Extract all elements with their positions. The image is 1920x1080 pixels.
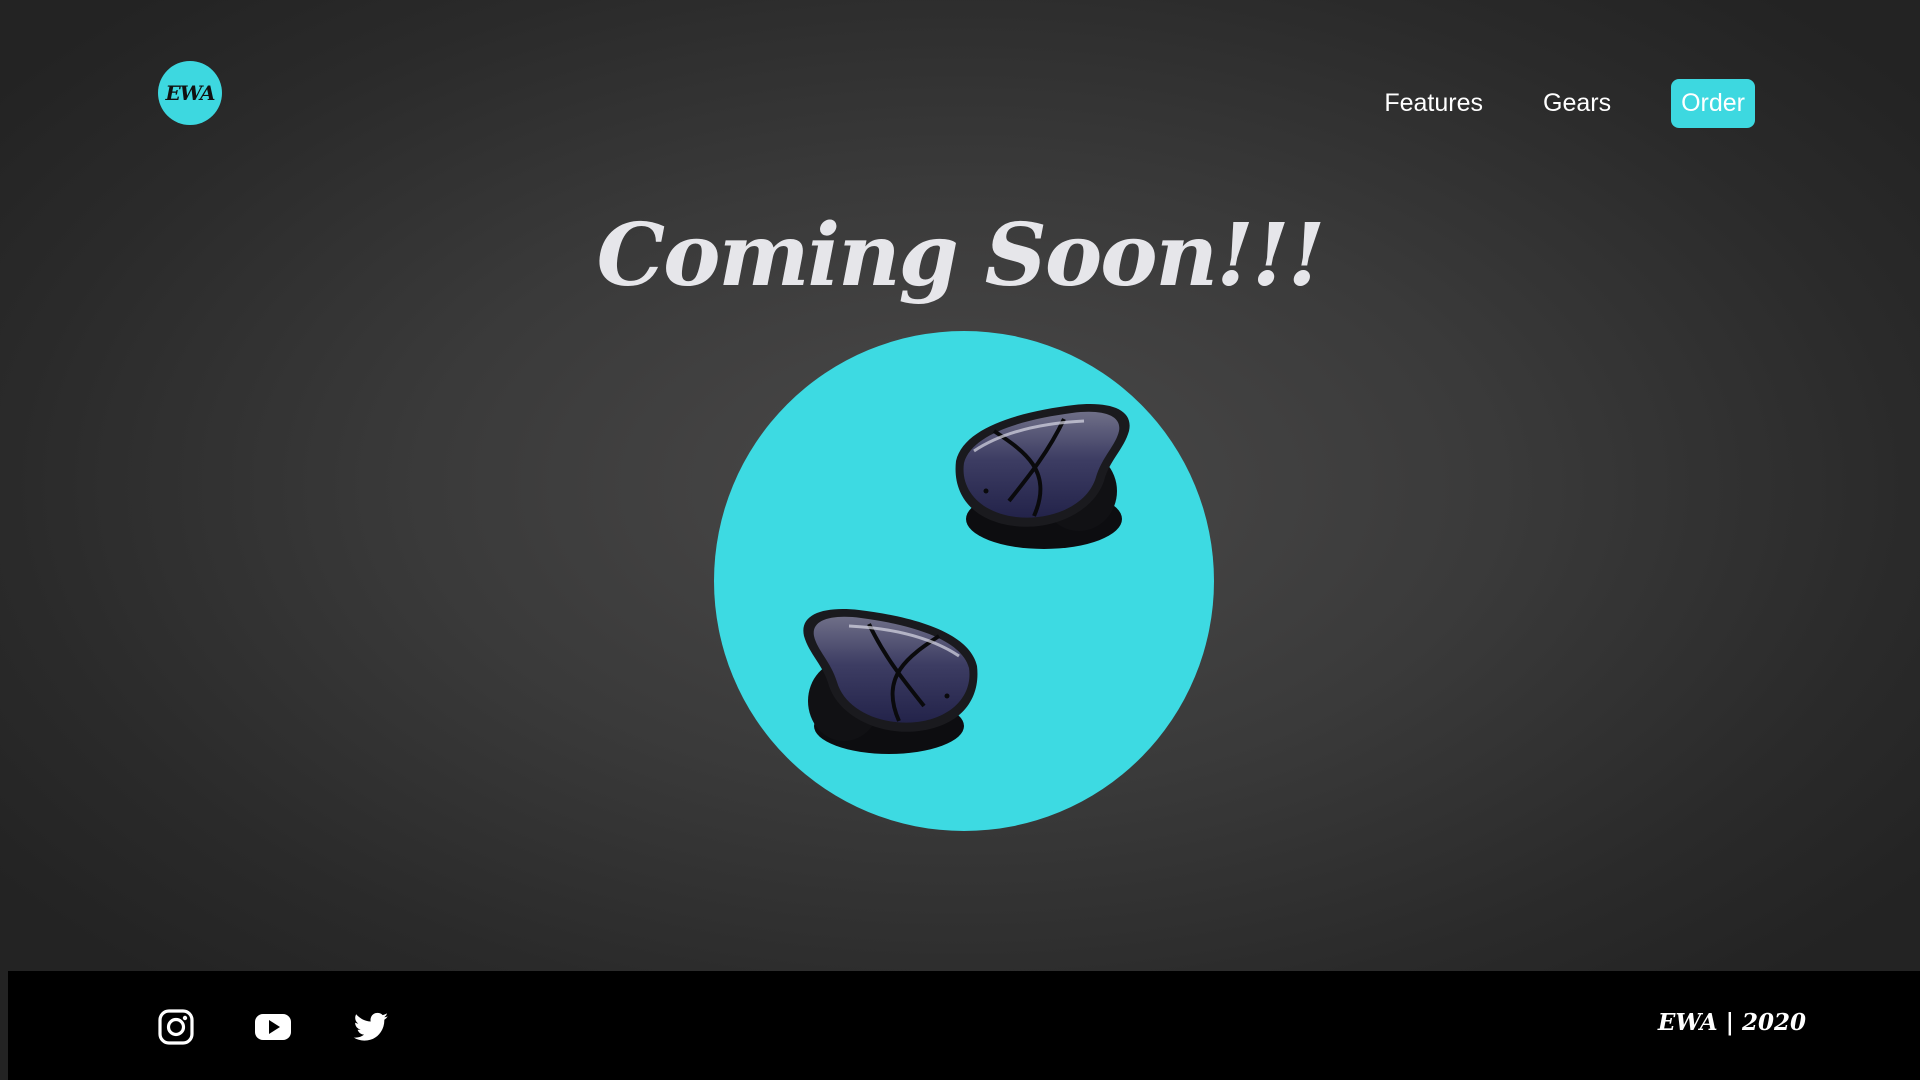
youtube-icon[interactable] — [255, 1009, 291, 1045]
copyright-text: EWA | 2020 — [1657, 1009, 1806, 1036]
logo[interactable]: EWA — [158, 61, 222, 125]
twitter-icon[interactable] — [353, 1009, 389, 1045]
nav-link-gears[interactable]: Gears — [1543, 89, 1611, 118]
earbud-image-left — [803, 609, 978, 754]
nav-link-features[interactable]: Features — [1384, 89, 1483, 118]
main-nav: Features Gears Order — [1324, 78, 1755, 128]
hero-title: Coming Soon!!! — [596, 205, 1326, 306]
earbud-image-right — [955, 404, 1130, 549]
hero-image — [714, 331, 1214, 831]
logo-text: EWA — [165, 81, 216, 105]
order-button[interactable]: Order — [1671, 78, 1755, 128]
instagram-icon[interactable] — [158, 1009, 194, 1045]
footer: EWA | 2020 — [8, 971, 1920, 1080]
